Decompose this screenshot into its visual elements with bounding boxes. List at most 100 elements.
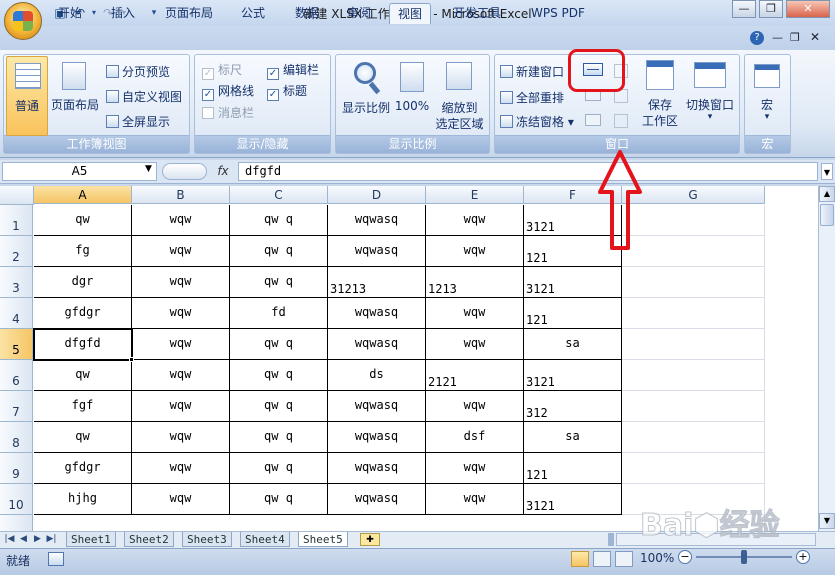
table-cell[interactable]: wqw (426, 329, 524, 360)
insert-sheet-icon[interactable]: ✚ (360, 533, 380, 546)
table-cell[interactable]: qw q (230, 236, 328, 267)
tab-insert[interactable]: 插入 (103, 3, 143, 24)
zoom-100-button[interactable]: 100% (394, 56, 430, 136)
tab-home[interactable]: 开始 (50, 3, 90, 24)
table-cell[interactable]: qw q (230, 267, 328, 298)
tab-review[interactable]: 审阅 (339, 3, 379, 24)
table-cell[interactable]: wqw (132, 391, 230, 422)
headings-checkbox[interactable]: ✓ 标题 (267, 82, 307, 101)
name-box-dropdown-icon[interactable]: ▼ (145, 164, 152, 174)
first-sheet-icon[interactable]: |◀ (3, 533, 16, 546)
ruler-checkbox[interactable]: ✓ 标尺 (202, 61, 242, 80)
table-cell[interactable]: wqwasq (328, 453, 426, 484)
arrange-all-button[interactable]: 全部重排 (500, 89, 564, 106)
zoom-out-icon[interactable]: − (678, 550, 692, 564)
zoom-slider-thumb[interactable] (741, 550, 747, 564)
table-cell[interactable]: qw q (230, 205, 328, 236)
help-icon[interactable]: ? (750, 31, 764, 45)
sheet-tab-3[interactable]: Sheet3 (182, 532, 232, 547)
zoom-in-icon[interactable]: + (796, 550, 810, 564)
table-cell[interactable]: wqwasq (328, 205, 426, 236)
table-cell[interactable]: dgr (34, 267, 132, 298)
table-cell[interactable]: wqw (426, 453, 524, 484)
tab-split-handle[interactable] (608, 533, 614, 546)
table-cell[interactable]: wqw (426, 391, 524, 422)
fill-handle[interactable] (129, 357, 134, 362)
column-header[interactable]: A (34, 186, 132, 204)
sheet-tab-4[interactable]: Sheet4 (240, 532, 290, 547)
table-cell[interactable]: wqw (132, 360, 230, 391)
row-header[interactable]: 2 (0, 236, 33, 267)
column-header[interactable]: E (426, 186, 524, 204)
table-cell[interactable]: qw (34, 360, 132, 391)
scroll-thumb[interactable] (820, 204, 834, 226)
restore-button[interactable]: ❐ (759, 0, 783, 18)
row-header[interactable]: 4 (0, 298, 33, 329)
table-cell[interactable]: qw q (230, 360, 328, 391)
table-cell[interactable]: qw q (230, 391, 328, 422)
row-header[interactable]: 7 (0, 391, 33, 422)
normal-view-button[interactable]: 普通 (6, 56, 48, 136)
next-sheet-icon[interactable]: ▶ (31, 533, 44, 546)
table-cell[interactable]: 31213 (328, 267, 426, 298)
row-header[interactable]: 9 (0, 453, 33, 484)
table-cell[interactable]: 121 (524, 298, 622, 329)
formula-bar-checkbox[interactable]: ✓ 编辑栏 (267, 61, 319, 80)
column-header[interactable]: D (328, 186, 426, 204)
table-cell[interactable]: wqw (132, 453, 230, 484)
table-cell[interactable]: wqwasq (328, 298, 426, 329)
table-cell[interactable]: wqwasq (328, 422, 426, 453)
table-cell[interactable]: wqw (426, 298, 524, 329)
custom-views-button[interactable]: 自定义视图 (106, 88, 182, 105)
column-header[interactable]: B (132, 186, 230, 204)
row-header[interactable]: 5 (0, 329, 33, 360)
table-cell[interactable]: 3121 (524, 267, 622, 298)
workbook-close-icon[interactable]: ✕ (810, 30, 820, 44)
macros-button[interactable]: 宏 ▾ (746, 56, 788, 136)
switch-windows-button[interactable]: 切换窗口 ▾ (684, 56, 736, 136)
table-cell[interactable]: 2121 (426, 360, 524, 391)
table-cell[interactable]: fg (34, 236, 132, 267)
page-layout-view-button[interactable]: 页面布局 (50, 56, 100, 136)
formula-input[interactable]: dfgfd (238, 162, 818, 181)
reset-window-position-icon[interactable] (614, 114, 628, 128)
last-sheet-icon[interactable]: ▶| (45, 533, 58, 546)
page-break-preview-button[interactable]: 分页预览 (106, 63, 170, 80)
unhide-window-icon[interactable] (585, 114, 601, 126)
table-cell[interactable]: wqw (132, 422, 230, 453)
sheet-tab-5[interactable]: Sheet5 (298, 532, 348, 547)
table-cell[interactable]: wqw (132, 267, 230, 298)
tab-view[interactable]: 视图 (389, 3, 432, 24)
row-header[interactable]: 8 (0, 422, 33, 453)
table-cell[interactable]: wqw (132, 329, 230, 360)
zoom-to-selection-button[interactable]: 缩放到 选定区域 (432, 56, 487, 136)
prev-sheet-icon[interactable]: ◀ (17, 533, 30, 546)
close-button[interactable]: ✕ (786, 0, 830, 18)
minimize-button[interactable]: — (732, 0, 756, 18)
table-cell[interactable]: qw q (230, 484, 328, 515)
macro-record-icon[interactable] (48, 552, 64, 566)
office-button[interactable] (4, 2, 42, 40)
column-header[interactable]: C (230, 186, 328, 204)
table-cell[interactable]: dsf (426, 422, 524, 453)
table-cell[interactable]: wqwasq (328, 484, 426, 515)
table-cell[interactable]: 3121 (524, 484, 622, 515)
ribbon-restore-icon[interactable]: ❐ (790, 31, 800, 44)
new-window-button[interactable]: 新建窗口 (500, 63, 564, 80)
table-cell[interactable]: gfdgr (34, 453, 132, 484)
ribbon-minimize-icon[interactable]: — (772, 31, 783, 44)
table-cell[interactable]: sa (524, 422, 622, 453)
sheet-tab-1[interactable]: Sheet1 (66, 532, 116, 547)
page-break-status-icon[interactable] (615, 551, 633, 567)
select-all-button[interactable] (0, 186, 34, 205)
normal-view-status-icon[interactable] (571, 551, 589, 567)
vertical-scrollbar[interactable]: ▲ ▼ (818, 186, 835, 531)
table-cell[interactable]: qw (34, 205, 132, 236)
table-cell[interactable]: wqw (426, 484, 524, 515)
scroll-up-icon[interactable]: ▲ (819, 186, 835, 202)
table-cell[interactable]: wqw (132, 205, 230, 236)
table-cell[interactable]: ds (328, 360, 426, 391)
gridlines-checkbox[interactable]: ✓ 网格线 (202, 82, 254, 101)
table-cell[interactable]: wqw (426, 205, 524, 236)
zoom-button[interactable]: 显示比例 (338, 56, 394, 136)
